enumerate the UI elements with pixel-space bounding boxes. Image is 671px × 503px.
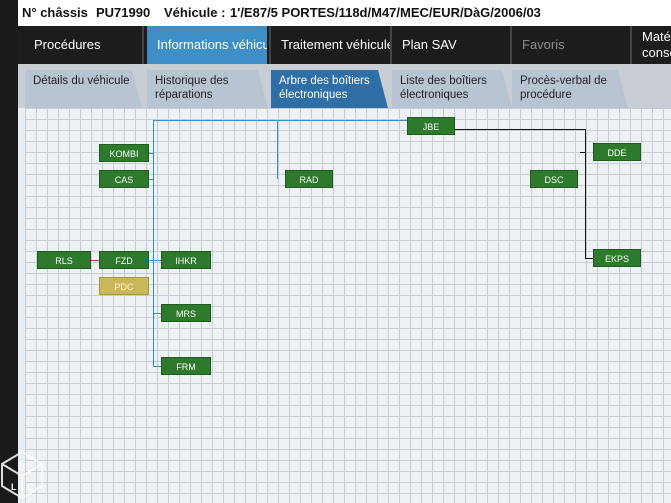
ecu-dde[interactable]: DDE xyxy=(593,143,641,161)
bus-stub-ekps xyxy=(585,258,593,259)
ecu-ekps[interactable]: EKPS xyxy=(593,249,641,267)
nav-service-plan[interactable]: Plan SAV xyxy=(392,26,510,64)
bus-line-top xyxy=(153,120,407,121)
nav-vehicle-info[interactable]: Informations véhicule xyxy=(147,26,267,64)
bus-stub-dde xyxy=(580,152,585,153)
bus-line-rad xyxy=(277,120,278,179)
tab-procedure-report[interactable]: Procès-verbal de procédure xyxy=(512,70,628,108)
ecu-pdc[interactable]: PDC xyxy=(99,277,149,295)
chassis-label: N° châssis xyxy=(22,5,88,20)
sub-navigation: Détails du véhicule Historique des répar… xyxy=(18,64,671,108)
vehicle-header: N° châssis PU71990 Véhicule : 1'/E87/5 P… xyxy=(18,0,671,26)
main-navigation: Procédures Informations véhicule Traitem… xyxy=(18,26,671,64)
ecu-frm[interactable]: FRM xyxy=(161,357,211,375)
tab-repair-history[interactable]: Historique des réparations xyxy=(147,70,268,108)
nav-procedures[interactable]: Procédures xyxy=(24,26,136,64)
chassis-value: PU71990 xyxy=(96,5,151,20)
bus-line-jbe-right xyxy=(455,129,585,130)
nav-favorites[interactable]: Favoris xyxy=(512,26,630,64)
bus-line-main-vertical xyxy=(153,120,154,366)
svg-text:L: L xyxy=(11,482,17,492)
vehicle-label: Véhicule : xyxy=(164,5,226,20)
ecu-mrs[interactable]: MRS xyxy=(161,304,211,322)
ecu-tree-canvas: KOMBI CAS RAD JBE DDE DSC EKPS RLS FZD I… xyxy=(25,108,671,503)
ecu-rad[interactable]: RAD xyxy=(285,170,333,188)
ecu-dsc[interactable]: DSC xyxy=(530,170,578,188)
ecu-ihkr[interactable]: IHKR xyxy=(161,251,211,269)
ecu-kombi[interactable]: KOMBI xyxy=(99,144,149,162)
tab-ecu-list[interactable]: Liste des boîtiers électroniques xyxy=(392,70,512,108)
bus-stub-frm xyxy=(153,366,161,367)
nav-material[interactable]: Maté conse xyxy=(632,26,671,64)
ecu-rls[interactable]: RLS xyxy=(37,251,91,269)
watermark-logo: L C B xyxy=(1,450,43,500)
nav-separator xyxy=(142,26,144,64)
ecu-fzd[interactable]: FZD xyxy=(99,251,149,269)
svg-text:C: C xyxy=(27,482,34,492)
bus-stub-kombi xyxy=(149,153,154,154)
vehicle-value: 1'/E87/5 PORTES/118d/M47/MEC/EUR/DàG/200… xyxy=(230,5,541,20)
nav-vehicle-treatment[interactable]: Traitement véhicule xyxy=(271,26,391,64)
ecu-jbe[interactable]: JBE xyxy=(407,117,455,135)
tab-ecu-tree[interactable]: Arbre des boîtiers électroniques xyxy=(271,70,388,108)
bus-stub-mrs xyxy=(153,313,161,314)
diagnostic-screen: N° châssis PU71990 Véhicule : 1'/E87/5 P… xyxy=(18,0,671,503)
bus-stub-fzd-ihkr xyxy=(149,260,161,261)
tab-vehicle-details[interactable]: Détails du véhicule xyxy=(25,70,142,108)
ecu-cas[interactable]: CAS xyxy=(99,170,149,188)
svg-text:B: B xyxy=(19,462,26,472)
bus-line-right-vertical xyxy=(585,129,586,259)
bus-stub-cas xyxy=(149,179,154,180)
